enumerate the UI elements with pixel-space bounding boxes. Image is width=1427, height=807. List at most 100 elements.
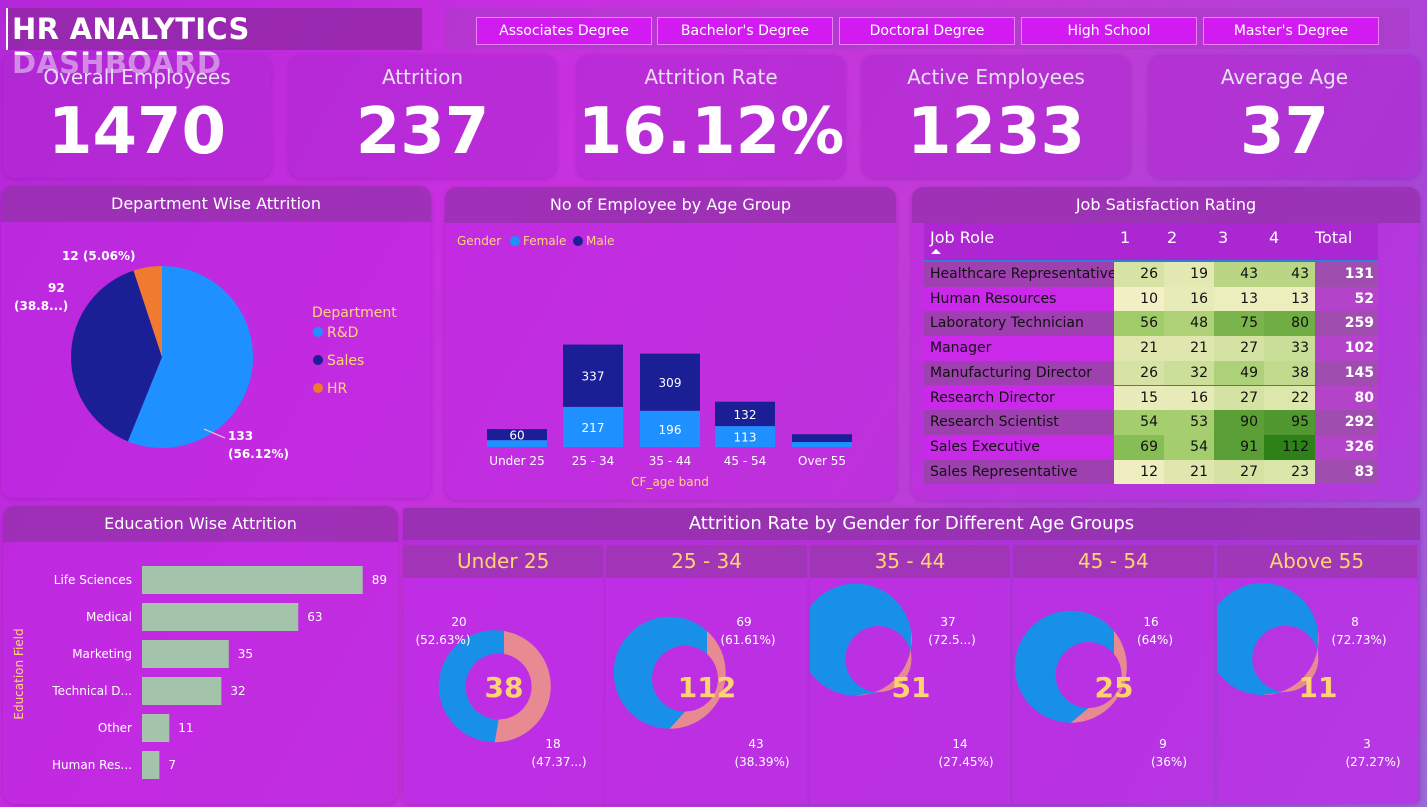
age-group-header: Under 25 (403, 545, 604, 578)
job-role-header[interactable]: Job Role (930, 228, 994, 247)
bar-data-label: 89 (372, 573, 387, 587)
x-tick-label: Under 25 (489, 454, 544, 468)
table-row[interactable]: Laboratory Technician 56 48 75 80 259 (924, 311, 1378, 337)
title-box: HR ANALYTICS DASHBOARD (6, 8, 422, 80)
legend-label[interactable]: HR (327, 381, 348, 397)
rating-cell: 15 (1114, 385, 1164, 411)
slicer-doctoral[interactable]: Doctoral Degree (839, 17, 1015, 45)
legend-label[interactable]: Male (586, 234, 614, 248)
legend-marker (510, 236, 520, 246)
job-role-cell: Manufacturing Director (930, 364, 1093, 381)
y-tick-label: Medical (86, 610, 132, 624)
hr-data-label: 12 (5.06%) (62, 249, 135, 263)
sales-pct-label: (38.8...) (14, 299, 68, 313)
slicer-associates[interactable]: Associates Degree (476, 17, 652, 45)
edu-bar[interactable] (142, 714, 170, 742)
table-row[interactable]: Manufacturing Director 26 32 49 38 145 (924, 360, 1378, 386)
bar-male[interactable] (792, 434, 852, 443)
male-data-label: 9 (1159, 737, 1167, 751)
legend-marker (313, 327, 323, 337)
rating-cell: 33 (1264, 336, 1315, 361)
edu-bar[interactable] (142, 677, 222, 705)
male-data-label: 43 (749, 737, 764, 751)
table-row[interactable]: Manager 21 21 27 33 102 (924, 336, 1378, 361)
edu-bar[interactable] (142, 640, 229, 668)
slicer-bachelors[interactable]: Bachelor's Degree (657, 17, 833, 45)
table-row[interactable]: Sales Executive 69 54 91 112 326 (924, 434, 1378, 460)
total-cell: 80 (1315, 385, 1378, 411)
kpi-label: Attrition (381, 65, 464, 89)
rd-pct-label: (56.12%) (228, 447, 289, 461)
rating-cell: 21 (1164, 336, 1214, 361)
male-pct-label: (47.37...) (531, 755, 586, 769)
kpi-label: Attrition Rate (644, 65, 778, 89)
donut-total-label: 38 (485, 671, 524, 704)
table-row[interactable]: Research Director 15 16 27 22 80 (924, 385, 1378, 411)
edu-bar[interactable] (142, 566, 363, 594)
kpi-average-age: Average Age 37 (1149, 55, 1420, 178)
dept-legend-title: Department (312, 305, 397, 321)
rating-cell: 16 (1164, 385, 1214, 411)
rating-cell: 21 (1164, 459, 1214, 485)
rating-cell: 48 (1164, 311, 1214, 337)
age-group-donut: 25 - 34 112 69 (61.61%) 43 (38.39%) (606, 545, 807, 804)
edu-bar[interactable] (142, 603, 299, 631)
female-data-label: 16 (1144, 615, 1159, 629)
panel-title: Job Satisfaction Rating (912, 187, 1420, 223)
job-role-cell: Human Resources (930, 290, 1057, 307)
legend-marker (573, 236, 583, 246)
edu-bar[interactable] (142, 751, 160, 779)
rating-cell: 16 (1164, 286, 1214, 312)
age-group-chart: Gender Female Male 60 Under 25 217 337 25 - 3… (457, 234, 852, 489)
table-row[interactable]: Sales Representative 12 21 27 23 83 (924, 459, 1378, 485)
rd-data-label: 133 (228, 429, 253, 443)
age-group-donut: 45 - 54 25 16 (64%) 9 (36%) (1013, 545, 1214, 804)
table-row[interactable]: Healthcare Representative 26 19 43 43 131 (924, 262, 1378, 287)
sort-ascending-icon (931, 249, 941, 254)
total-cell: 259 (1315, 311, 1378, 337)
male-pct-label: (27.45%) (938, 755, 993, 769)
education-attrition-panel: Education Wise Attrition Education Field… (3, 506, 398, 804)
rating-cell: 112 (1264, 434, 1315, 460)
total-cell: 83 (1315, 459, 1378, 485)
dept-attrition-panel: Department Wise Attrition Department R&D… (1, 186, 431, 498)
rating-cell: 95 (1264, 410, 1315, 435)
table-row[interactable]: Human Resources 10 16 13 13 52 (924, 286, 1378, 312)
kpi-value: 1233 (906, 95, 1086, 169)
donut-female-segment[interactable] (1015, 610, 1115, 723)
col-header-2: 2 (1167, 228, 1178, 247)
bar-data-label: 113 (734, 431, 757, 445)
bar-data-label: 63 (307, 610, 322, 624)
age-group-panel: No of Employee by Age Group Gender Femal… (445, 187, 896, 500)
rating-cell: 12 (1114, 459, 1164, 485)
slicer-high-school[interactable]: High School (1021, 17, 1197, 45)
slicer-masters[interactable]: Master's Degree (1203, 17, 1379, 45)
donut-chart: 11 8 (72.73%) 3 (27.27%) (1216, 582, 1400, 769)
total-cell: 145 (1315, 360, 1378, 386)
kpi-active-employees: Active Employees 1233 (862, 55, 1130, 178)
col-header-4: 4 (1269, 228, 1280, 247)
job-role-cell: Sales Executive (930, 438, 1040, 455)
x-tick-label: 45 - 54 (724, 454, 767, 468)
rating-cell: 27 (1214, 336, 1264, 361)
table-row[interactable]: Research Scientist 54 53 90 95 292 (924, 410, 1378, 435)
legend-label[interactable]: Sales (327, 353, 364, 369)
rating-cell: 26 (1114, 360, 1164, 386)
legend-label[interactable]: R&D (327, 325, 358, 341)
legend-label[interactable]: Female (523, 234, 566, 248)
rating-cell: 49 (1214, 360, 1264, 386)
job-role-cell: Sales Representative (930, 463, 1078, 480)
y-tick-label: Marketing (72, 647, 132, 661)
donut-total-label: 112 (678, 671, 736, 704)
donut-chart: 38 20 (52.63%) 18 (47.37...) (415, 615, 586, 769)
bar-data-label: 132 (734, 408, 757, 422)
rating-cell: 56 (1114, 311, 1164, 337)
age-group-donut: 35 - 44 51 37 (72.5...) 14 (27.45%) (809, 545, 1011, 804)
education-y-axis-title: Education Field (12, 628, 26, 719)
x-tick-label: 25 - 34 (572, 454, 615, 468)
age-group-donut: Above 55 11 8 (72.73%) 3 (27.27%) (1216, 545, 1417, 804)
kpi-value: 16.12% (577, 95, 845, 169)
age-group-header: 25 - 34 (606, 545, 807, 578)
kpi-value: 37 (1239, 95, 1330, 169)
bar-female[interactable] (792, 442, 852, 447)
